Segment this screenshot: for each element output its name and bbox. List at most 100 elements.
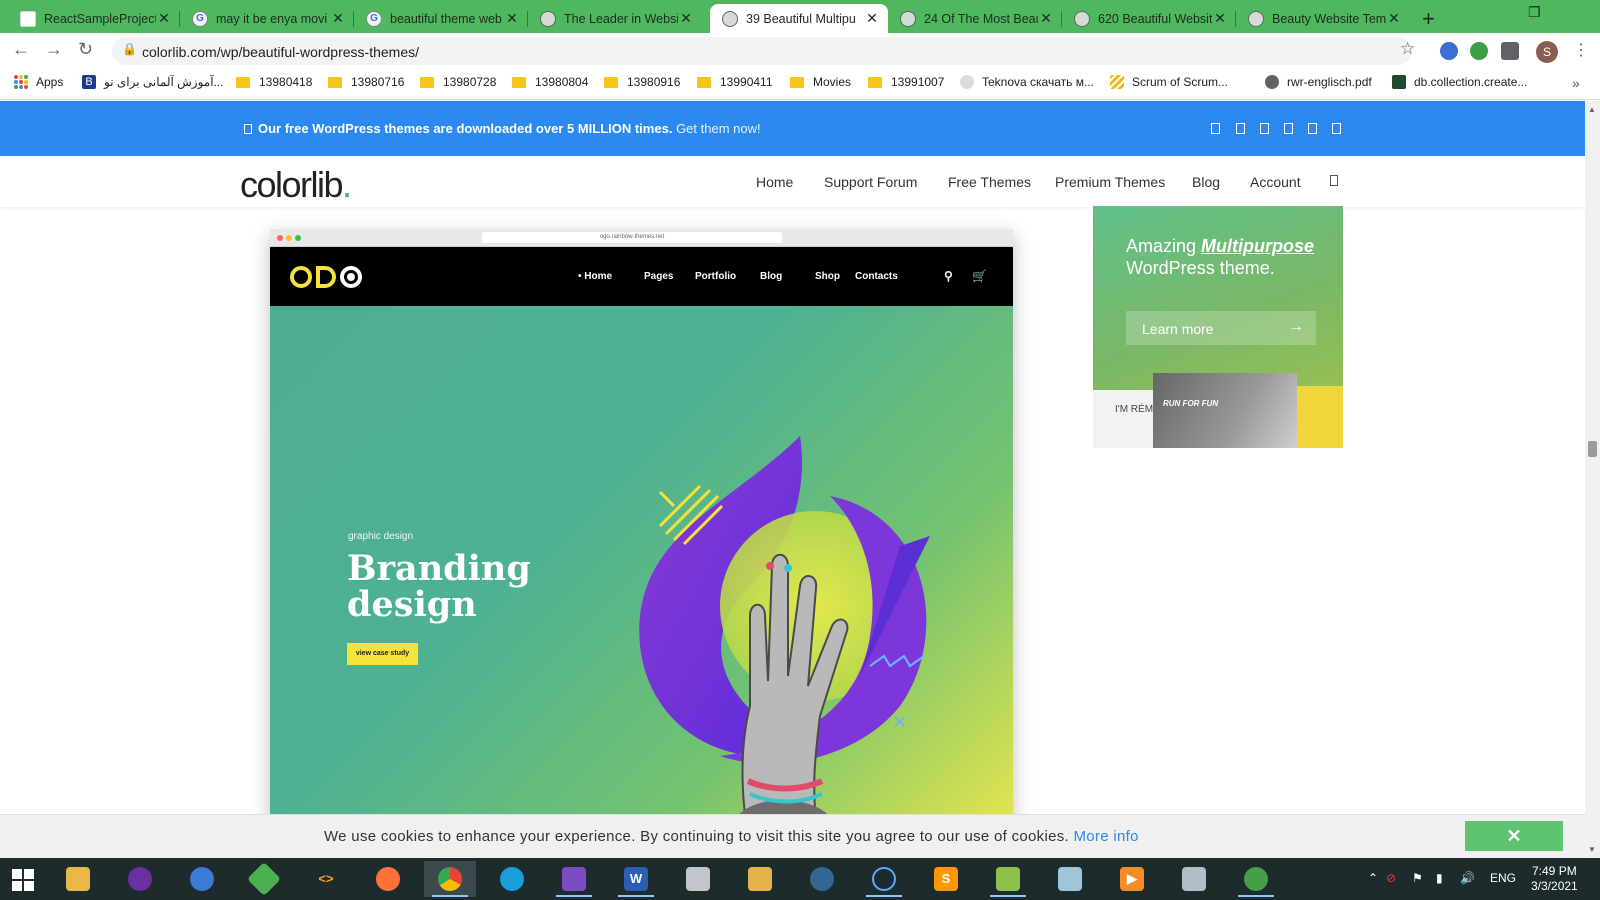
close-icon[interactable]: ✕ xyxy=(156,10,172,27)
lock-icon[interactable]: 🔒 xyxy=(122,42,137,56)
edge-icon[interactable] xyxy=(486,861,538,897)
close-icon[interactable]: ✕ xyxy=(1386,10,1402,27)
nav-free-themes[interactable]: Free Themes xyxy=(948,174,1031,190)
bookmark-pdf[interactable]: rwr-englisch.pdf xyxy=(1265,75,1372,89)
network-icon[interactable]: ▮ xyxy=(1436,871,1443,885)
bookmark-folder[interactable]: 13980804 xyxy=(512,75,588,89)
file-explorer-icon[interactable] xyxy=(52,861,104,897)
close-icon[interactable]: ✕ xyxy=(864,10,880,27)
postgres-icon[interactable] xyxy=(796,861,848,897)
tab-24-most-beautiful[interactable]: 24 Of The Most Beau ✕ xyxy=(888,4,1062,33)
visual-studio-icon[interactable] xyxy=(548,861,600,897)
language-indicator[interactable]: ENG xyxy=(1490,871,1516,885)
theme-preview-image[interactable]: ogo.rainbow-themes.net • Home Pages Port… xyxy=(270,229,1013,858)
media-player-icon[interactable]: ▶ xyxy=(1106,861,1158,897)
promo-link[interactable]: Get them now! xyxy=(676,121,761,136)
windows-start-icon[interactable] xyxy=(12,869,34,891)
bookmark-apps[interactable]: Apps xyxy=(14,75,63,89)
reload-icon[interactable]: ↻ xyxy=(78,39,93,60)
code-editor-icon[interactable]: <> xyxy=(300,861,352,897)
word-icon[interactable]: W xyxy=(610,861,662,897)
mongodb-icon xyxy=(1392,75,1406,89)
sidebar-ad[interactable]: Amazing Multipurpose WordPress theme. Le… xyxy=(1093,206,1343,448)
volume-icon[interactable]: 🔊 xyxy=(1460,871,1475,885)
page-scrollbar[interactable]: ▲ ▼ xyxy=(1585,101,1600,858)
forward-arrow-icon[interactable]: → xyxy=(45,39,63,60)
cookie-close-button[interactable]: ✕ xyxy=(1465,821,1563,851)
scroll-down-icon[interactable]: ▼ xyxy=(1588,845,1596,854)
bookmarks-overflow-icon[interactable]: » xyxy=(1572,75,1580,91)
restore-window-icon[interactable]: ❐ xyxy=(1528,4,1541,21)
scrum-icon xyxy=(1110,75,1124,89)
nav-premium-themes[interactable]: Premium Themes xyxy=(1055,174,1165,190)
close-icon[interactable]: ✕ xyxy=(678,10,694,27)
scroll-thumb[interactable] xyxy=(1588,441,1597,457)
bookmark-mongodb[interactable]: db.collection.create... xyxy=(1392,75,1527,89)
nav-account[interactable]: Account xyxy=(1250,174,1301,190)
close-icon[interactable]: ✕ xyxy=(1212,10,1228,27)
bookmark-star-icon[interactable]: ☆ xyxy=(1400,39,1415,59)
preview-url: ogo.rainbow-themes.net xyxy=(482,232,782,243)
facebook-icon[interactable] xyxy=(1211,123,1220,134)
tab-620-beautiful[interactable]: 620 Beautiful Websit ✕ xyxy=(1062,4,1236,33)
youtube-icon[interactable] xyxy=(1308,123,1317,134)
instagram-icon[interactable] xyxy=(1260,123,1269,134)
puzzle-extensions-icon[interactable] xyxy=(1501,42,1519,60)
tab-theme-search[interactable]: G beautiful theme web ✕ xyxy=(354,4,528,33)
app-notes-icon[interactable] xyxy=(1044,861,1096,897)
scroll-up-icon[interactable]: ▲ xyxy=(1588,105,1596,114)
bookmark-folder[interactable]: 13980728 xyxy=(420,75,496,89)
tab-leader-website[interactable]: The Leader in Websi ✕ xyxy=(528,4,702,33)
close-icon[interactable]: ✕ xyxy=(504,10,520,27)
app-kite-icon[interactable] xyxy=(238,861,290,897)
back-arrow-icon[interactable]: ← xyxy=(12,39,30,60)
bookmark-folder[interactable]: 13980418 xyxy=(236,75,312,89)
tab-enya-search[interactable]: G may it be enya movi ✕ xyxy=(180,4,354,33)
twitter-icon[interactable] xyxy=(1236,123,1245,134)
flag-icon[interactable]: ⚑ xyxy=(1412,871,1423,885)
tab-active-39-beautiful[interactable]: 39 Beautiful Multipu ✕ xyxy=(710,4,888,33)
tray-expand-icon[interactable]: ⌃ xyxy=(1368,871,1378,885)
bookmark-folder[interactable]: Movies xyxy=(790,75,851,89)
notepad-icon[interactable] xyxy=(982,861,1034,897)
nav-support-forum[interactable]: Support Forum xyxy=(824,174,917,190)
extension-icon[interactable] xyxy=(1470,42,1488,60)
search-icon[interactable] xyxy=(1330,175,1338,186)
close-icon[interactable]: ✕ xyxy=(1038,10,1054,27)
tab-beauty-website[interactable]: Beauty Website Tem ✕ xyxy=(1236,4,1410,33)
url-text[interactable]: colorlib.com/wp/beautiful-wordpress-them… xyxy=(142,44,419,60)
profile-avatar[interactable]: S xyxy=(1536,41,1558,63)
tab-reactsampleproject[interactable]: ReactSampleProject ✕ xyxy=(8,4,180,33)
bookmark-folder[interactable]: 13991007 xyxy=(868,75,944,89)
app-tools-icon[interactable] xyxy=(672,861,724,897)
pinterest-icon[interactable] xyxy=(1284,123,1293,134)
antivirus-icon[interactable]: ⊘ xyxy=(1386,871,1396,885)
bookmark-scrum[interactable]: Scrum of Scrum... xyxy=(1110,75,1228,89)
calculator-icon[interactable] xyxy=(1168,861,1220,897)
firefox-icon[interactable] xyxy=(362,861,414,897)
bookmark-folder[interactable]: 13980716 xyxy=(328,75,404,89)
rss-icon[interactable] xyxy=(1332,123,1341,134)
tor-browser-icon[interactable] xyxy=(114,861,166,897)
bookmark-german[interactable]: B آموزش آلمانی برای نو... xyxy=(82,75,224,89)
bookmark-folder[interactable]: 13980916 xyxy=(604,75,680,89)
app-drop-icon[interactable] xyxy=(858,861,910,897)
bookmark-teknova[interactable]: Teknova скачать м... xyxy=(960,75,1094,89)
app-folder-x-icon[interactable] xyxy=(734,861,786,897)
system-clock[interactable]: 7:49 PM 3/3/2021 xyxy=(1531,864,1578,894)
cookie-more-info-link[interactable]: More info xyxy=(1074,828,1139,845)
sublime-icon[interactable]: S xyxy=(920,861,972,897)
nav-blog[interactable]: Blog xyxy=(1192,174,1220,190)
nav-home[interactable]: Home xyxy=(756,174,793,190)
close-icon[interactable]: ✕ xyxy=(330,10,346,27)
new-tab-button[interactable]: + xyxy=(1422,6,1435,32)
extension-icon[interactable] xyxy=(1440,42,1458,60)
chrome-icon[interactable] xyxy=(424,861,476,897)
learn-more-button[interactable]: Learn more → xyxy=(1126,311,1316,345)
colorlib-logo[interactable]: colorlib. xyxy=(240,164,352,206)
browser-menu-icon[interactable]: ⋮ xyxy=(1573,40,1589,60)
app-bird-icon[interactable] xyxy=(176,861,228,897)
bookmark-folder[interactable]: 13990411 xyxy=(697,75,773,89)
promo-message[interactable]: Our free WordPress themes are downloaded… xyxy=(244,121,761,136)
app-globe-icon[interactable] xyxy=(1230,861,1282,897)
